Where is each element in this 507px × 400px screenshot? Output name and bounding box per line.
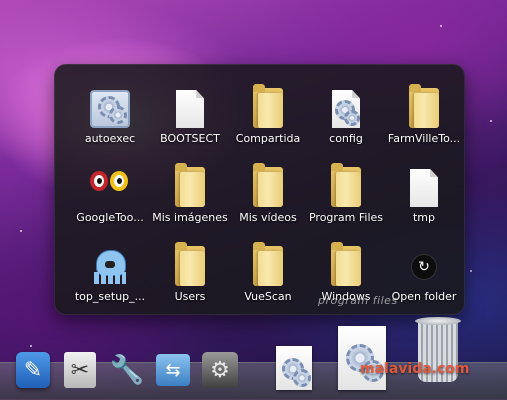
scissors-preview-icon[interactable]: ✂ [64,352,96,388]
stack-item-googletoolbar[interactable]: GoogleToo... [70,157,150,229]
stack-item-autoexec[interactable]: autoexec [70,78,150,150]
folder-icon [248,78,288,128]
stack-item-mis-videos[interactable]: Mis vídeos [228,157,308,229]
stack-item-bootsect[interactable]: BOOTSECT [150,78,230,150]
network-icon[interactable]: ⇆ [156,354,190,386]
stack-item-label: autoexec [84,132,136,145]
safari-pencil-icon[interactable] [16,352,50,388]
stack-item-label: FarmVilleTo... [387,132,461,145]
octopus-installer-icon [90,236,130,286]
stack-item-vuescan[interactable]: VueScan [228,236,308,308]
program-files-fan-hint: program files [318,294,398,307]
stack-item-mis-imagenes[interactable]: Mis imágenes [150,157,230,229]
folder-icon [326,157,366,207]
folder-icon [248,157,288,207]
watermark: malavida.com [360,361,470,377]
stack-item-compartida[interactable]: Compartida [228,78,308,150]
stack-item-program-files[interactable]: Program Files [306,157,386,229]
folder-icon [326,236,366,286]
system-preferences-icon[interactable]: ⚙ [202,352,238,388]
folder-icon [248,236,288,286]
stack-item-tmp[interactable]: tmp [384,157,464,229]
stack-item-farmville[interactable]: FarmVilleTo... [384,78,464,150]
settings-document-icon [326,78,366,128]
folder-icon [404,78,444,128]
google-toolbar-icon [90,157,130,207]
exec-settings-icon [90,78,130,128]
settings-document-icon[interactable] [276,346,312,390]
open-folder-arrow-icon: ↻ [404,236,444,286]
folder-icon [170,236,210,286]
stack-item-label: top_setup_... [74,290,146,303]
stack-item-users[interactable]: Users [150,236,230,308]
stack-grid-panel: autoexec BOOTSECT Compartida config Farm… [54,64,465,315]
document-icon [404,157,444,207]
settings-document-large-icon[interactable] [338,326,386,390]
stack-item-label: tmp [412,211,435,224]
stack-item-label: GoogleToo... [76,211,144,224]
wrench-icon[interactable]: 🔧 [110,350,145,388]
folder-icon [170,157,210,207]
stack-item-top-setup[interactable]: top_setup_... [70,236,150,308]
document-icon [170,78,210,128]
stack-item-config[interactable]: config [306,78,386,150]
